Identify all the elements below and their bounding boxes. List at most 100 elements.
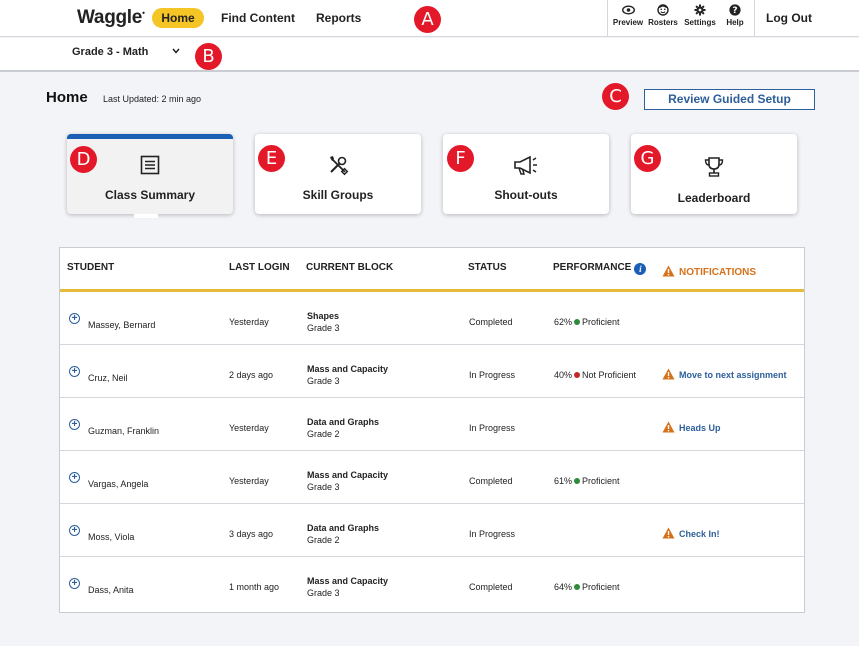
col-performance[interactable]: PERFORMANCE i [553, 262, 647, 275]
last-login: 3 days ago [229, 529, 274, 539]
block-name: Mass and Capacity [307, 364, 389, 374]
col-student[interactable]: STUDENT [67, 262, 114, 273]
status: Completed [469, 317, 513, 327]
table-row[interactable]: + Massey, Bernard Yesterday Shapes Grade 3 Co… [60, 292, 804, 345]
card-shout-outs[interactable]: Shout-outs [443, 134, 609, 214]
warning-icon [662, 421, 675, 435]
student-name[interactable]: Dass, Anita [88, 585, 134, 595]
expand-icon[interactable]: + [69, 419, 80, 430]
card-leaderboard[interactable]: Leaderboard [631, 134, 797, 214]
card-pointer [134, 214, 158, 218]
performance: 64% Proficient [554, 582, 620, 592]
nav-home[interactable]: Home [152, 8, 204, 28]
waggle-logo[interactable]: Waggle• [77, 7, 145, 29]
face-icon [647, 4, 679, 18]
block-name: Data and Graphs [307, 523, 380, 533]
block-grade: Grade 3 [307, 588, 340, 598]
marker-a: A [414, 6, 441, 33]
block-name: Mass and Capacity [307, 576, 389, 586]
help-icon: ? [721, 4, 749, 18]
marker-f: F [447, 145, 474, 172]
marker-e: E [258, 145, 285, 172]
warning-icon [662, 368, 675, 382]
marker-b: B [195, 43, 222, 70]
table-row[interactable]: + Vargas, Angela Yesterday Mass and Capacit… [60, 451, 804, 504]
nav-reports[interactable]: Reports [316, 11, 361, 25]
logout-button[interactable]: Log Out [766, 11, 812, 25]
rosters-button[interactable]: Rosters [647, 4, 679, 27]
table-row[interactable]: + Moss, Viola 3 days ago Data and Graphs Gra… [60, 504, 804, 557]
performance: 62% Proficient [554, 317, 620, 327]
card-skill-groups[interactable]: Skill Groups [255, 134, 421, 214]
proficiency-dot [574, 319, 581, 325]
grade-bar: Grade 3 - Math [0, 38, 859, 72]
col-last-login[interactable]: LAST LOGIN [229, 262, 290, 273]
block-name: Data and Graphs [307, 417, 380, 427]
expand-icon[interactable]: + [69, 313, 80, 324]
svg-text:?: ? [732, 6, 737, 16]
last-login: 2 days ago [229, 370, 274, 380]
preview-button[interactable]: Preview [612, 4, 644, 27]
notification-link[interactable]: Heads Up [662, 421, 721, 435]
student-name[interactable]: Guzman, Franklin [88, 426, 159, 436]
help-button[interactable]: ? Help [721, 4, 749, 27]
proficiency-dot [574, 372, 581, 378]
page-title: Home [46, 89, 88, 106]
nav-find-content[interactable]: Find Content [221, 11, 295, 25]
proficiency-dot [574, 584, 581, 590]
col-current-block[interactable]: CURRENT BLOCK [306, 262, 393, 273]
last-login: Yesterday [229, 423, 269, 433]
card-label: Skill Groups [302, 188, 374, 202]
block-grade: Grade 2 [307, 535, 340, 545]
block-grade: Grade 3 [307, 323, 340, 333]
student-name[interactable]: Moss, Viola [88, 532, 134, 542]
marker-g: G [634, 145, 661, 172]
review-guided-setup-button[interactable]: Review Guided Setup [644, 89, 815, 110]
table-row[interactable]: + Dass, Anita 1 month ago Mass and Capacity… [60, 557, 804, 610]
info-icon[interactable]: i [634, 263, 647, 275]
block-name: Shapes [307, 311, 340, 321]
eye-icon [612, 4, 644, 18]
card-label: Class Summary [104, 188, 196, 202]
expand-icon[interactable]: + [69, 366, 80, 377]
chevron-down-icon[interactable] [172, 46, 180, 57]
student-name[interactable]: Vargas, Angela [88, 479, 148, 489]
marker-c: C [602, 83, 629, 110]
last-login: Yesterday [229, 476, 269, 486]
expand-icon[interactable]: + [69, 578, 80, 589]
expand-icon[interactable]: + [69, 472, 80, 483]
marker-d: D [70, 146, 97, 173]
proficiency-dot [574, 478, 581, 484]
block-grade: Grade 3 [307, 482, 340, 492]
student-name[interactable]: Massey, Bernard [88, 320, 155, 330]
block-grade: Grade 3 [307, 376, 340, 386]
col-status[interactable]: STATUS [468, 262, 507, 273]
notification-link[interactable]: Check In! [662, 527, 720, 541]
settings-button[interactable]: Settings [682, 4, 718, 27]
table-row[interactable]: + Cruz, Neil 2 days ago Mass and Capacity Gr… [60, 345, 804, 398]
warning-icon [662, 265, 675, 280]
col-notifications[interactable]: NOTIFICATIONS [662, 265, 756, 280]
grade-select[interactable]: Grade 3 - Math [72, 46, 148, 58]
toolbar: Preview Rosters Settings ? Help [607, 0, 755, 37]
block-name: Mass and Capacity [307, 470, 389, 480]
status: Completed [469, 476, 513, 486]
status: In Progress [469, 423, 516, 433]
notification-link[interactable]: Move to next assignment [662, 368, 787, 382]
last-updated: Last Updated: 2 min ago [103, 94, 202, 104]
last-login: 1 month ago [229, 582, 280, 592]
warning-icon [662, 527, 675, 541]
performance: 61% Proficient [554, 476, 620, 486]
card-label: Shout-outs [494, 188, 558, 202]
status: Completed [469, 582, 513, 592]
gear-icon [682, 4, 718, 18]
student-name[interactable]: Cruz, Neil [88, 373, 128, 383]
card-label: Leaderboard [677, 191, 751, 205]
status: In Progress [469, 370, 516, 380]
last-login: Yesterday [229, 317, 269, 327]
status: In Progress [469, 529, 516, 539]
card-class-summary[interactable]: Class Summary [67, 134, 233, 214]
expand-icon[interactable]: + [69, 525, 80, 536]
table-row[interactable]: + Guzman, Franklin Yesterday Data and Graph… [60, 398, 804, 451]
performance: 40% Not Proficient [554, 370, 637, 380]
